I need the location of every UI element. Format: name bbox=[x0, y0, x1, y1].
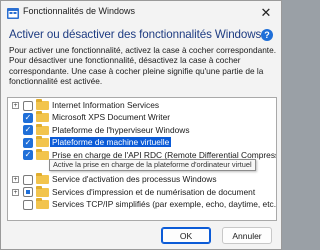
tree-item-iis[interactable]: + Internet Information Services bbox=[8, 99, 276, 111]
tree-item-label: Plateforme de machine virtuelle bbox=[50, 137, 172, 148]
expand-icon[interactable]: + bbox=[12, 188, 19, 196]
description-text: Pour activer une fonctionnalité, activez… bbox=[9, 45, 277, 87]
tree-item-xps-writer[interactable]: ✓ Microsoft XPS Document Writer bbox=[8, 111, 276, 123]
title-bar: Fonctionnalités de Windows ✕ bbox=[1, 1, 281, 23]
ok-button[interactable]: OK bbox=[161, 227, 211, 244]
tree-item-label: Plateforme de l'hyperviseur Windows bbox=[52, 124, 190, 135]
checkbox[interactable] bbox=[23, 199, 33, 210]
tree-item-label: Services d'impression et de numérisation… bbox=[52, 186, 256, 197]
tree-item-hypervisor[interactable]: ✓ Plateforme de l'hyperviseur Windows bbox=[8, 123, 276, 136]
folder-icon bbox=[36, 111, 49, 123]
tree-item-virtual-machine-platform[interactable]: ✓ Plateforme de machine virtuelle bbox=[8, 136, 276, 148]
folder-icon bbox=[36, 148, 49, 160]
checkbox[interactable] bbox=[23, 100, 33, 111]
tree-item-print-services[interactable]: + Services d'impression et de numérisati… bbox=[8, 185, 276, 198]
tree-item-process-activation[interactable]: + Service d'activation des processus Win… bbox=[8, 173, 276, 185]
folder-icon bbox=[36, 123, 49, 135]
close-button[interactable]: ✕ bbox=[253, 2, 279, 22]
tree-item-label: Microsoft XPS Document Writer bbox=[52, 112, 171, 123]
window-title: Fonctionnalités de Windows bbox=[23, 6, 136, 16]
tree-item-label: Service d'activation des processus Windo… bbox=[52, 174, 217, 185]
windows-features-icon bbox=[7, 6, 19, 19]
page-title: Activer ou désactiver des fonctionnalité… bbox=[9, 28, 262, 41]
tree-item-label: Services TCP/IP simplifiés (par exemple,… bbox=[52, 199, 277, 210]
help-icon[interactable]: ? bbox=[261, 29, 273, 41]
cancel-button[interactable]: Annuler bbox=[222, 227, 272, 244]
windows-features-dialog: Fonctionnalités de Windows ✕ Activer ou … bbox=[0, 0, 282, 250]
tree-item-label: Internet Information Services bbox=[52, 100, 160, 110]
checkbox[interactable] bbox=[23, 174, 33, 185]
folder-icon bbox=[36, 198, 49, 210]
checkbox-checked[interactable]: ✓ bbox=[23, 137, 33, 148]
tree-item-tcpip-services[interactable]: Services TCP/IP simplifiés (par exemple,… bbox=[8, 198, 277, 210]
checkbox-checked[interactable]: ✓ bbox=[23, 125, 33, 136]
expand-icon[interactable]: + bbox=[12, 102, 19, 109]
folder-icon bbox=[36, 99, 49, 110]
checkbox-checked[interactable]: ✓ bbox=[23, 150, 33, 161]
folder-icon bbox=[36, 173, 49, 185]
folder-icon bbox=[36, 185, 49, 197]
expand-icon[interactable]: + bbox=[12, 176, 19, 184]
tooltip: Active la prise en charge de la platefor… bbox=[49, 159, 256, 171]
folder-icon bbox=[36, 136, 49, 148]
checkbox-partial[interactable] bbox=[23, 187, 33, 198]
checkbox-checked[interactable]: ✓ bbox=[23, 112, 33, 123]
